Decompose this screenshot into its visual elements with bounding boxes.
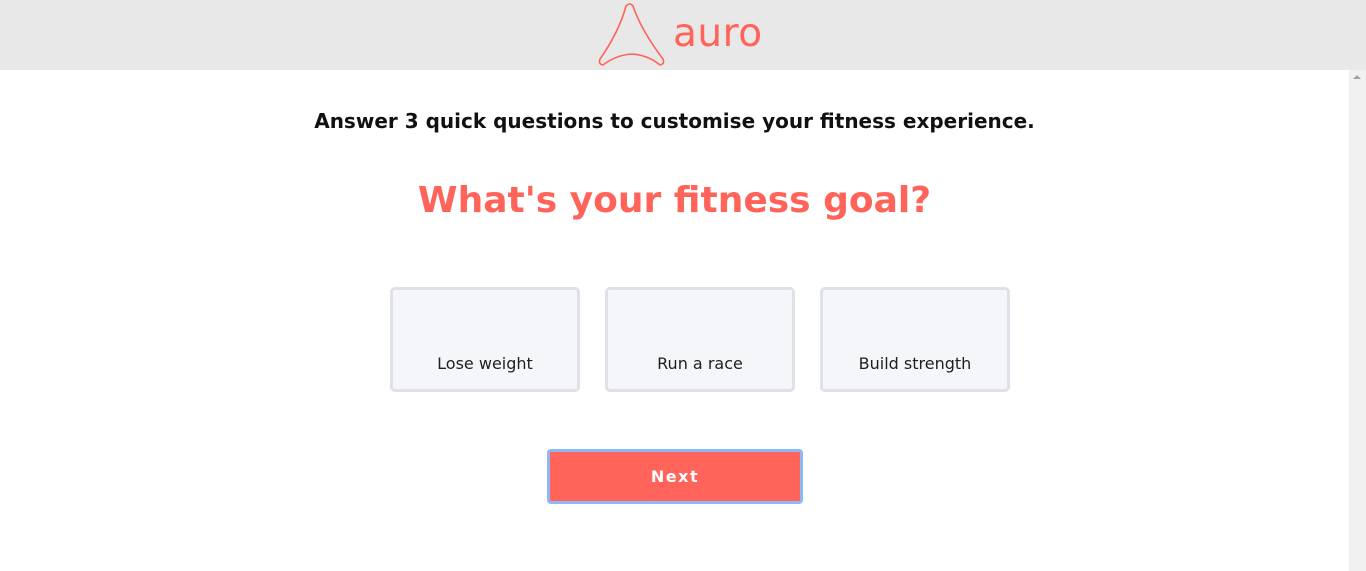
option-label: Run a race xyxy=(657,354,743,373)
top-header: auro xyxy=(0,0,1366,70)
option-lose-weight[interactable]: Lose weight xyxy=(390,287,580,392)
question-heading: What's your fitness goal? xyxy=(417,180,932,221)
option-run-a-race[interactable]: Run a race xyxy=(605,287,795,392)
logo-wordmark: auro xyxy=(673,10,763,56)
next-button[interactable]: Next xyxy=(547,449,803,504)
main-content: Answer 3 quick questions to customise yo… xyxy=(0,70,1349,571)
option-label: Lose weight xyxy=(437,354,533,373)
auro-logo[interactable]: auro xyxy=(597,2,763,68)
option-label: Build strength xyxy=(858,354,972,373)
scroll-up-arrow-icon[interactable] xyxy=(1353,75,1361,79)
intro-text: Answer 3 quick questions to customise yo… xyxy=(314,109,1035,133)
option-build-strength[interactable]: Build strength xyxy=(820,287,1010,392)
vertical-scrollbar[interactable] xyxy=(1349,70,1366,571)
auro-triangle-icon xyxy=(598,3,665,66)
